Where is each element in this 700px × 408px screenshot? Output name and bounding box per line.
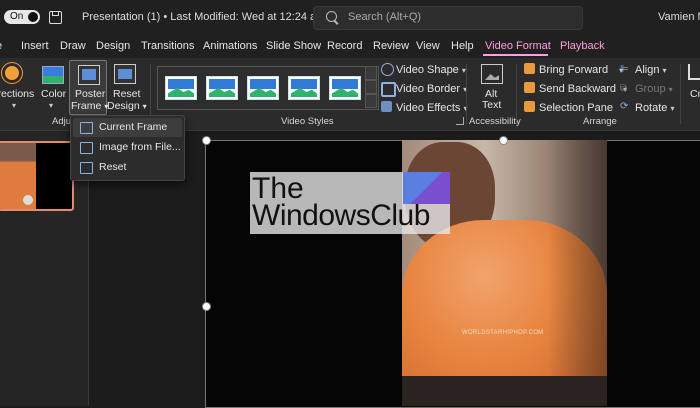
corrections-icon	[5, 66, 19, 80]
image-file-icon	[80, 142, 93, 154]
reset-design-label-2[interactable]: Design ▾	[107, 100, 147, 112]
send-backward-button[interactable]: Send Backward ▾	[539, 83, 627, 95]
chevron-down-icon: ▾	[49, 101, 54, 110]
tab-design[interactable]: Design	[96, 40, 130, 52]
poster-frame-icon	[78, 65, 100, 85]
tab-transitions[interactable]: Transitions	[141, 40, 194, 52]
video-shadow	[547, 140, 607, 406]
group-label-arrange: Arrange	[583, 116, 617, 127]
tab-slide-show[interactable]: Slide Show	[266, 40, 321, 52]
tab-help[interactable]: Help	[451, 40, 474, 52]
user-name[interactable]: Vamien Mc	[658, 11, 700, 23]
menu-item-current-frame[interactable]: Current Frame	[73, 118, 182, 137]
menu-item-label: Current Frame	[99, 121, 168, 133]
video-border-icon	[381, 82, 396, 97]
video-bottom	[402, 376, 607, 406]
poster-frame-menu: Current Frame Image from File... Reset	[70, 115, 185, 181]
video-style-2[interactable]	[206, 76, 238, 100]
poster-frame-label-2: Frame ▾	[71, 100, 109, 112]
selection-pane-icon	[524, 101, 535, 112]
menu-item-label: Reset	[99, 161, 127, 173]
video-style-1[interactable]	[165, 76, 197, 100]
tab-playback[interactable]: Playback	[560, 40, 605, 52]
tab-file[interactable]: e	[0, 40, 2, 52]
autosave-toggle[interactable]: On	[4, 10, 40, 24]
document-title-text: Presentation (1) • Last Modified: Wed at…	[82, 11, 326, 23]
video-shape-icon	[381, 63, 394, 76]
gallery-scroll-down[interactable]	[365, 80, 377, 94]
bring-forward-icon	[524, 63, 535, 74]
reset-design-label-1[interactable]: Reset	[113, 88, 140, 100]
toggle-knob	[28, 12, 38, 22]
menu-item-label: Image from File...	[99, 141, 181, 153]
group-label-video-styles: Video Styles	[281, 116, 334, 127]
alt-text-icon	[481, 64, 503, 84]
slide-thumbnail-1[interactable]	[0, 141, 74, 211]
reset-design-icon	[114, 64, 136, 84]
align-button[interactable]: Align ▾	[635, 64, 667, 76]
active-tab-indicator	[483, 54, 548, 56]
tab-insert[interactable]: Insert	[21, 40, 49, 52]
video-style-4[interactable]	[288, 76, 320, 100]
resize-handle-top-left[interactable]	[202, 136, 211, 145]
group-divider	[516, 64, 517, 124]
video-effects-button[interactable]: Video Effects ▾	[396, 102, 468, 114]
reset-icon	[80, 162, 93, 174]
crop-button[interactable]: Cr	[690, 88, 700, 100]
gallery-scroll-up[interactable]	[365, 66, 377, 80]
tab-review[interactable]: Review	[373, 40, 409, 52]
group-button: Group ▾	[635, 83, 673, 95]
gallery-more[interactable]	[365, 94, 377, 108]
video-watermark: WORLDSTARHIPHOP.COM	[462, 330, 544, 336]
crop-icon	[688, 64, 700, 80]
resize-handle-middle-left[interactable]	[202, 302, 211, 311]
group-icon: ⧉	[620, 83, 628, 94]
video-styles-gallery[interactable]	[157, 66, 379, 110]
video-shape-button[interactable]: Video Shape ▾	[396, 64, 466, 76]
video-effects-icon	[381, 101, 392, 112]
color-icon	[42, 66, 64, 84]
send-backward-icon	[524, 82, 535, 93]
corrections-button[interactable]: rrections	[0, 88, 34, 100]
save-icon[interactable]	[49, 11, 62, 24]
search-placeholder: Search (Alt+Q)	[348, 11, 422, 23]
color-button[interactable]: Color	[41, 88, 66, 100]
rotate-icon: ⟳	[620, 101, 629, 112]
title-bar: On Presentation (1) • Last Modified: Wed…	[0, 0, 700, 34]
tab-record[interactable]: Record	[327, 40, 362, 52]
group-label-accessibility: Accessibility	[469, 116, 521, 127]
video-style-5[interactable]	[329, 76, 361, 100]
tab-animations[interactable]: Animations	[203, 40, 257, 52]
group-divider	[680, 64, 681, 124]
document-title[interactable]: Presentation (1) • Last Modified: Wed at…	[82, 11, 336, 23]
watermark-logo-icon	[403, 172, 450, 204]
chevron-down-icon: ▾	[12, 101, 17, 110]
video-style-3[interactable]	[247, 76, 279, 100]
group-divider	[466, 64, 467, 124]
selection-pane-button[interactable]: Selection Pane	[539, 102, 613, 114]
alt-text-label-2[interactable]: Text	[482, 99, 501, 111]
search-icon	[326, 11, 337, 22]
resize-handle-top-center[interactable]	[499, 136, 508, 145]
tab-draw[interactable]: Draw	[60, 40, 86, 52]
current-frame-icon	[80, 122, 93, 134]
video-border-button[interactable]: Video Border ▾	[396, 83, 467, 95]
bring-forward-button[interactable]: Bring Forward ▾	[539, 64, 623, 76]
autosave-label: On	[10, 11, 24, 22]
tab-video-format[interactable]: Video Format	[485, 40, 551, 52]
ribbon-tabs: e Insert Draw Design Transitions Animati…	[0, 34, 700, 58]
menu-item-image-from-file[interactable]: Image from File...	[73, 138, 182, 157]
tab-view[interactable]: View	[416, 40, 440, 52]
search-box[interactable]: Search (Alt+Q)	[313, 6, 583, 30]
menu-item-reset[interactable]: Reset	[73, 158, 182, 177]
watermark-text-line2: WindowsClub	[252, 199, 430, 232]
poster-frame-label-1: Poster	[75, 88, 106, 100]
dialog-launcher-icon[interactable]	[456, 117, 464, 125]
group-label-adjust: Adju	[52, 116, 72, 127]
align-icon: ⊫	[620, 64, 629, 75]
thumbnail-emoji	[23, 195, 33, 205]
rotate-button[interactable]: Rotate ▾	[635, 102, 675, 114]
